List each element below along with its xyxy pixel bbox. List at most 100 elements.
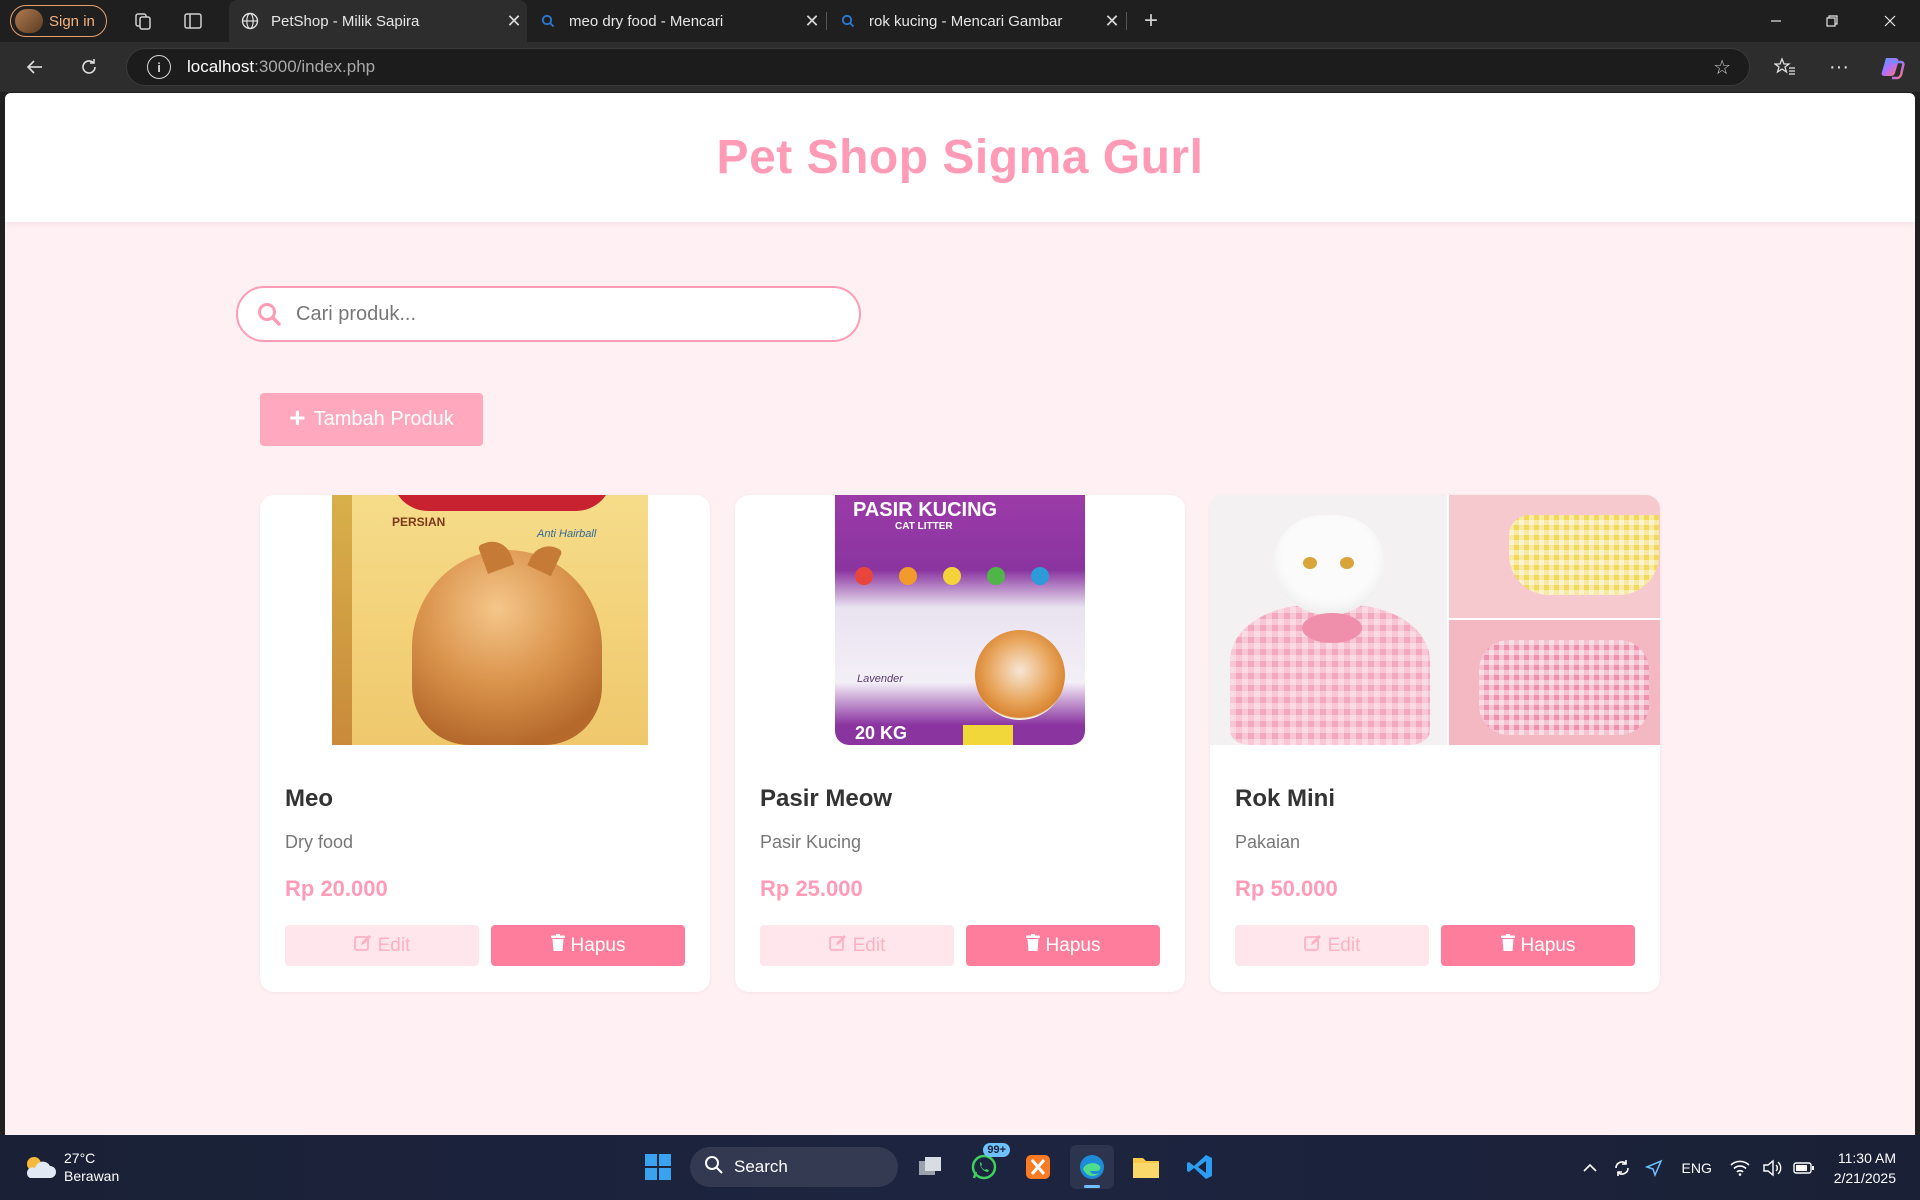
url-text: localhost:3000/index.php [187,57,376,76]
system-tray: ENG 11:30 AM 2/21/2025 [1574,1135,1920,1200]
taskbar-apps: Search 99+ [636,1143,1222,1189]
more-options-icon[interactable]: ··· [1824,52,1854,82]
close-tab-icon[interactable]: ✕ [501,11,527,32]
browser-toolbar: i localhost:3000/index.php ☆ ··· [0,42,1920,92]
close-tab-icon[interactable]: ✕ [799,11,825,32]
product-name: Rok Mini [1235,785,1335,812]
add-product-button[interactable]: + Tambah Produk [260,393,483,446]
file-explorer-icon[interactable] [1124,1145,1168,1189]
tab-actions-icon[interactable] [182,10,204,32]
product-image-rok [1210,495,1660,745]
bag-scent-text: Lavender [857,673,903,685]
bing-search-icon [839,12,857,30]
edit-button[interactable]: Edit [1235,925,1429,966]
kitten-illustration [975,630,1065,720]
trash-icon [550,934,565,957]
delete-button[interactable]: Hapus [1441,925,1635,966]
taskbar-search[interactable]: Search [690,1147,898,1187]
weather-temperature: 27°C [64,1150,96,1166]
bing-search-icon [539,12,557,30]
clock-time: 11:30 AM [1837,1149,1896,1166]
refresh-icon[interactable] [74,52,104,82]
cat-eye [1340,557,1354,569]
start-windows-icon[interactable] [636,1145,680,1189]
address-bar[interactable]: i localhost:3000/index.php ☆ [126,48,1750,86]
delete-button[interactable]: Hapus [966,925,1160,966]
product-category: Dry food [285,832,354,852]
persian-cat-illustration [412,550,602,745]
restore-icon[interactable] [1804,0,1860,42]
product-category: Pasir Kucing [760,832,862,852]
search-icon [704,1155,724,1180]
delete-label: Hapus [1520,934,1576,956]
edge-browser-icon[interactable] [1070,1145,1114,1189]
favorite-star-icon[interactable]: ☆ [1713,55,1731,80]
feature-icons [855,567,1049,585]
xampp-icon[interactable] [1016,1145,1060,1189]
battery-icon[interactable] [1788,1152,1820,1184]
product-category: Pakaian [1235,832,1301,852]
product-search-box[interactable] [236,286,861,342]
volume-icon[interactable] [1756,1152,1788,1184]
windows-taskbar: 27°C Berawan Search 99+ ENG 11:30 AM 2/2… [0,1135,1920,1200]
close-tab-icon[interactable]: ✕ [1099,11,1125,32]
edit-button[interactable]: Edit [760,925,954,966]
site-title: Pet Shop Sigma Gurl [716,131,1204,184]
edit-icon [353,934,372,958]
product-card: PERSIAN Anti Hairball Meo Dry food Rp 20… [260,495,710,992]
product-price: Rp 25.000 [760,876,863,901]
edit-label: Edit [377,934,411,956]
weather-widget[interactable]: 27°C Berawan [22,1149,119,1185]
pink-skirt-photo [1449,620,1660,745]
cat-food-bag-illustration: PERSIAN Anti Hairball [332,495,648,745]
close-window-icon[interactable] [1862,0,1918,42]
cat-litter-bag-illustration: PASIR KUCING CAT LITTER Lavender 20 KG [835,495,1085,745]
bag-weight-text: 20 KG [855,723,908,743]
weather-description: Berawan [64,1168,120,1184]
favorites-icon[interactable] [1770,52,1800,82]
vscode-icon[interactable] [1178,1145,1222,1189]
sync-icon[interactable] [1606,1152,1638,1184]
product-grid: PERSIAN Anti Hairball Meo Dry food Rp 20… [260,495,1660,992]
product-image-meo: PERSIAN Anti Hairball [260,495,710,745]
yellow-skirt-photo [1449,495,1660,618]
bag-subtitle-text: CAT LITTER [895,521,953,532]
copilot-icon[interactable] [1878,52,1908,82]
edit-icon [1303,934,1322,958]
edit-label: Edit [852,934,886,956]
product-name: Pasir Meow [760,785,893,812]
product-card: Rok Mini Pakaian Rp 50.000 Edit Hapus [1210,495,1660,992]
cat-in-dress-photo [1210,495,1447,745]
search-input[interactable] [296,302,816,326]
whatsapp-icon[interactable]: 99+ [962,1143,1010,1189]
profile-signin-button[interactable]: Sign in [10,5,107,37]
language-indicator[interactable]: ENG [1670,1152,1724,1184]
delete-button[interactable]: Hapus [491,925,685,966]
cloudy-weather-icon [22,1154,56,1180]
location-arrow-icon[interactable] [1638,1152,1670,1184]
tab-rok-search[interactable]: rok kucing - Mencari Gambar ✕ [827,0,1125,42]
bag-label-sticker [963,725,1013,745]
clock-date: 2/21/2025 [1833,1169,1896,1186]
site-info-icon[interactable]: i [147,55,171,79]
wifi-icon[interactable] [1724,1152,1756,1184]
tab-petshop[interactable]: PetShop - Milik Sapira ✕ [229,0,527,42]
minimize-icon[interactable] [1748,0,1804,42]
product-card: PASIR KUCING CAT LITTER Lavender 20 KG P… [735,495,1185,992]
edit-button[interactable]: Edit [285,925,479,966]
product-image-pasir: PASIR KUCING CAT LITTER Lavender 20 KG [735,495,1185,745]
taskbar-search-label: Search [734,1157,788,1176]
tab-meo-search[interactable]: meo dry food - Mencari ✕ [527,0,825,42]
profile-avatar [15,9,43,33]
edit-label: Edit [1327,934,1361,956]
system-clock[interactable]: 11:30 AM 2/21/2025 [1834,1148,1896,1188]
notification-badge: 99+ [983,1143,1010,1157]
back-arrow-icon[interactable] [20,52,50,82]
workspaces-icon[interactable] [132,10,154,32]
delete-label: Hapus [570,934,626,956]
chevron-up-icon[interactable] [1574,1152,1606,1184]
task-view-icon[interactable] [908,1145,952,1189]
plus-icon: + [289,402,306,433]
trash-icon [1025,934,1040,957]
new-tab-icon[interactable]: + [1140,7,1162,34]
